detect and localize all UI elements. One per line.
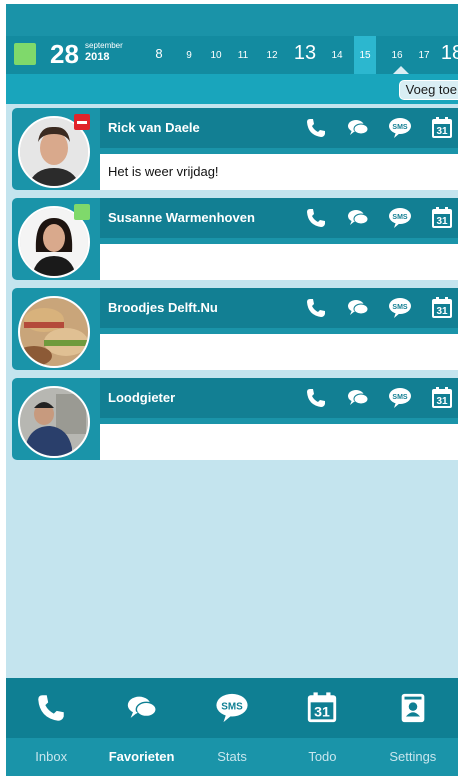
bottom-action-bar: SMS 31: [6, 678, 458, 738]
busy-status-icon: [74, 114, 90, 130]
chat-icon[interactable]: [346, 386, 370, 410]
svg-text:31: 31: [314, 705, 330, 721]
day-13[interactable]: 13: [294, 42, 316, 65]
contact-name: Loodgieter: [108, 390, 176, 405]
tab-stats[interactable]: Stats: [187, 738, 277, 776]
add-button[interactable]: Voeg toe: [398, 80, 458, 100]
tab-settings[interactable]: Settings: [368, 738, 458, 776]
phone-icon[interactable]: [304, 206, 328, 230]
today-indicator[interactable]: [14, 43, 36, 65]
contact-name: Rick van Daele: [108, 120, 200, 135]
sandwich-photo-icon: [20, 298, 88, 366]
current-month: september: [85, 41, 123, 50]
svg-text:31: 31: [436, 126, 448, 137]
svg-text:SMS: SMS: [392, 304, 408, 311]
phone-icon[interactable]: [304, 296, 328, 320]
favorites-list: Rick van Daele SMS 31 Het is weer vrijda…: [12, 108, 458, 468]
day-15-selected[interactable]: 15: [354, 36, 376, 74]
contact-status-message: [100, 244, 458, 280]
contact-card[interactable]: Loodgieter SMS 31: [12, 378, 458, 460]
contact-card[interactable]: Rick van Daele SMS 31 Het is weer vrijda…: [12, 108, 458, 190]
contact-name: Susanne Warmenhoven: [108, 210, 255, 225]
day-16[interactable]: 16: [391, 50, 402, 61]
chat-icon[interactable]: [346, 206, 370, 230]
action-bar: Voeg toe: [6, 74, 458, 104]
sms-icon[interactable]: SMS: [388, 116, 412, 140]
contact-name: Broodjes Delft.Nu: [108, 300, 218, 315]
current-day: 28: [50, 39, 79, 69]
contact-actions: SMS 31: [304, 116, 454, 140]
svg-text:31: 31: [436, 396, 448, 407]
plumber-photo-icon: [20, 388, 88, 456]
svg-text:SMS: SMS: [392, 124, 408, 131]
svg-text:SMS: SMS: [221, 701, 243, 712]
day-14[interactable]: 14: [331, 50, 342, 61]
contact-avatar[interactable]: [18, 386, 90, 458]
tab-bar: Inbox Favorieten Stats Todo Settings: [6, 738, 458, 776]
sms-icon[interactable]: SMS: [388, 206, 412, 230]
contact-actions: SMS 31: [304, 386, 454, 410]
contact-card[interactable]: Broodjes Delft.Nu SMS 31: [12, 288, 458, 370]
chat-icon[interactable]: [346, 116, 370, 140]
day-8[interactable]: 8: [155, 46, 162, 61]
phone-icon[interactable]: [304, 386, 328, 410]
svg-text:31: 31: [436, 306, 448, 317]
phone-icon[interactable]: [304, 116, 328, 140]
svg-text:31: 31: [436, 216, 448, 227]
phone-icon[interactable]: [34, 691, 68, 725]
day-11[interactable]: 11: [238, 50, 248, 61]
svg-text:SMS: SMS: [392, 214, 408, 221]
day-10[interactable]: 10: [210, 50, 221, 61]
tab-favorieten[interactable]: Favorieten: [96, 738, 186, 776]
app-screen: 28 september 2018 8 9 10 11 12 13 14 15 …: [6, 4, 458, 776]
contact-card-icon[interactable]: [396, 691, 430, 725]
calendar-icon[interactable]: 31: [305, 691, 339, 725]
sms-icon[interactable]: SMS: [388, 386, 412, 410]
tab-inbox[interactable]: Inbox: [6, 738, 96, 776]
contact-actions: SMS 31: [304, 206, 454, 230]
status-bar: [6, 4, 458, 36]
calendar-icon[interactable]: 31: [430, 206, 454, 230]
calendar-icon[interactable]: 31: [430, 116, 454, 140]
contact-actions: SMS 31: [304, 296, 454, 320]
selected-day-caret-icon: [393, 66, 409, 74]
contact-status-message: [100, 424, 458, 460]
date-bar: 28 september 2018 8 9 10 11 12 13 14 15 …: [6, 36, 458, 74]
calendar-icon[interactable]: 31: [430, 386, 454, 410]
day-17[interactable]: 17: [418, 50, 429, 61]
sms-icon[interactable]: SMS: [215, 691, 249, 725]
day-12[interactable]: 12: [266, 50, 277, 61]
contact-status-message: Het is weer vrijdag!: [100, 154, 458, 190]
contact-card[interactable]: Susanne Warmenhoven SMS 31: [12, 198, 458, 280]
day-18[interactable]: 18: [441, 42, 458, 65]
available-status-icon: [74, 204, 90, 220]
svg-text:SMS: SMS: [392, 394, 408, 401]
chat-icon[interactable]: [346, 296, 370, 320]
calendar-icon[interactable]: 31: [430, 296, 454, 320]
contact-avatar[interactable]: [18, 296, 90, 368]
tab-todo[interactable]: Todo: [277, 738, 367, 776]
day-9[interactable]: 9: [186, 50, 192, 61]
chat-icon[interactable]: [125, 691, 159, 725]
sms-icon[interactable]: SMS: [388, 296, 412, 320]
contact-status-message: [100, 334, 458, 370]
current-year: 2018: [85, 51, 110, 63]
